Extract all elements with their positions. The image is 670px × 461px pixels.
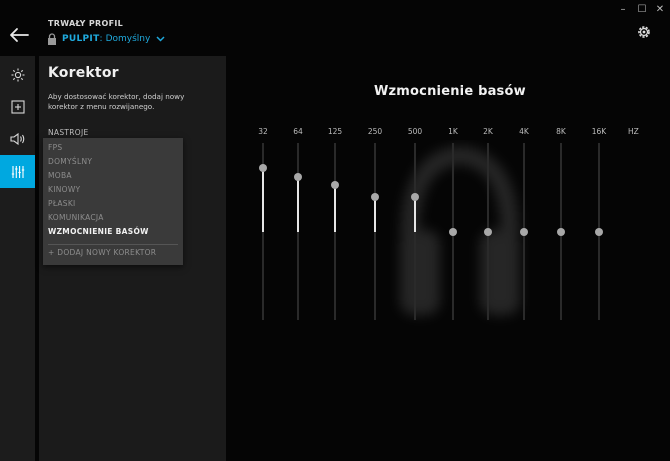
panel-title: Korektor: [48, 65, 119, 81]
headset-watermark-icon: [400, 145, 520, 315]
slider-knob[interactable]: [595, 228, 603, 236]
preset-item-moba[interactable]: MOBA: [48, 171, 72, 180]
slider-knob[interactable]: [371, 193, 379, 201]
sidebar-item-equalizer[interactable]: [0, 155, 35, 188]
equalizer-icon: [11, 165, 24, 178]
band-label: 64: [293, 127, 303, 136]
lighting-icon: [11, 68, 24, 81]
preset-item-flat[interactable]: PŁASKI: [48, 199, 76, 208]
slider-fill: [334, 185, 336, 232]
slider-fill: [374, 197, 376, 232]
assignments-icon: [10, 99, 25, 114]
preset-item-bass-boost[interactable]: WZMOCNIENIE BASÓW: [48, 227, 149, 236]
sidebar-item-lighting[interactable]: [0, 58, 35, 91]
preset-item-cinema[interactable]: KINOWY: [48, 185, 80, 194]
arrow-left-icon[interactable]: [9, 27, 29, 43]
preset-item-default[interactable]: DOMYŚLNY: [48, 157, 92, 166]
top-bar: TRWAŁY PROFIL PULPIT : Domyślny – ☐ ✕: [0, 0, 670, 56]
profile-separator: :: [99, 34, 103, 44]
sidebar-item-audio[interactable]: [0, 122, 35, 155]
band-label: 500: [407, 127, 423, 136]
profile-name: PULPIT: [62, 34, 100, 44]
slider-knob[interactable]: [294, 173, 302, 181]
band-label: 2K: [483, 127, 493, 136]
slider-fill: [414, 197, 416, 232]
slider-knob[interactable]: [449, 228, 457, 236]
presets-label: NASTROJE: [48, 128, 89, 137]
gear-icon[interactable]: [636, 24, 652, 40]
slider-knob[interactable]: [557, 228, 565, 236]
slider-knob[interactable]: [520, 228, 528, 236]
band-label: 16K: [591, 127, 607, 136]
chevron-down-icon[interactable]: [156, 36, 165, 42]
close-button[interactable]: ✕: [653, 4, 667, 16]
profile-value: Domyślny: [105, 34, 151, 44]
dropdown-divider: [48, 244, 178, 245]
sidebar: [0, 56, 35, 461]
profile-caption: TRWAŁY PROFIL: [48, 19, 124, 28]
add-preset-button[interactable]: + DODAJ NOWY KOREKTOR: [48, 248, 156, 257]
sidebar-item-assignments[interactable]: [0, 90, 35, 123]
slider-knob[interactable]: [331, 181, 339, 189]
band-label: 250: [367, 127, 383, 136]
slider-fill: [262, 168, 264, 232]
band-label: 1K: [448, 127, 458, 136]
unit-label: HZ: [628, 127, 639, 136]
panel-description: Aby dostosować korektor, dodaj nowy kore…: [48, 92, 185, 111]
preset-item-fps[interactable]: FPS: [48, 143, 63, 152]
band-label: 125: [327, 127, 343, 136]
equalizer-panel: Korektor Aby dostosować korektor, dodaj …: [39, 56, 226, 461]
slider-knob[interactable]: [484, 228, 492, 236]
band-label: 4K: [519, 127, 529, 136]
band-label: 32: [258, 127, 268, 136]
profile-selector[interactable]: PULPIT : Domyślny: [47, 33, 165, 45]
minimize-button[interactable]: –: [616, 4, 630, 16]
slider-knob[interactable]: [411, 193, 419, 201]
slider-fill: [297, 177, 299, 232]
presets-dropdown[interactable]: FPS DOMYŚLNY MOBA KINOWY PŁASKI KOMUNIKA…: [43, 138, 183, 265]
band-label: 8K: [556, 127, 566, 136]
equalizer-title: Wzmocnienie basów: [374, 84, 526, 99]
speaker-icon: [9, 132, 24, 145]
slider-knob[interactable]: [259, 164, 267, 172]
lock-icon: [48, 33, 56, 45]
maximize-button[interactable]: ☐: [635, 4, 649, 16]
preset-item-communication[interactable]: KOMUNIKACJA: [48, 213, 104, 222]
